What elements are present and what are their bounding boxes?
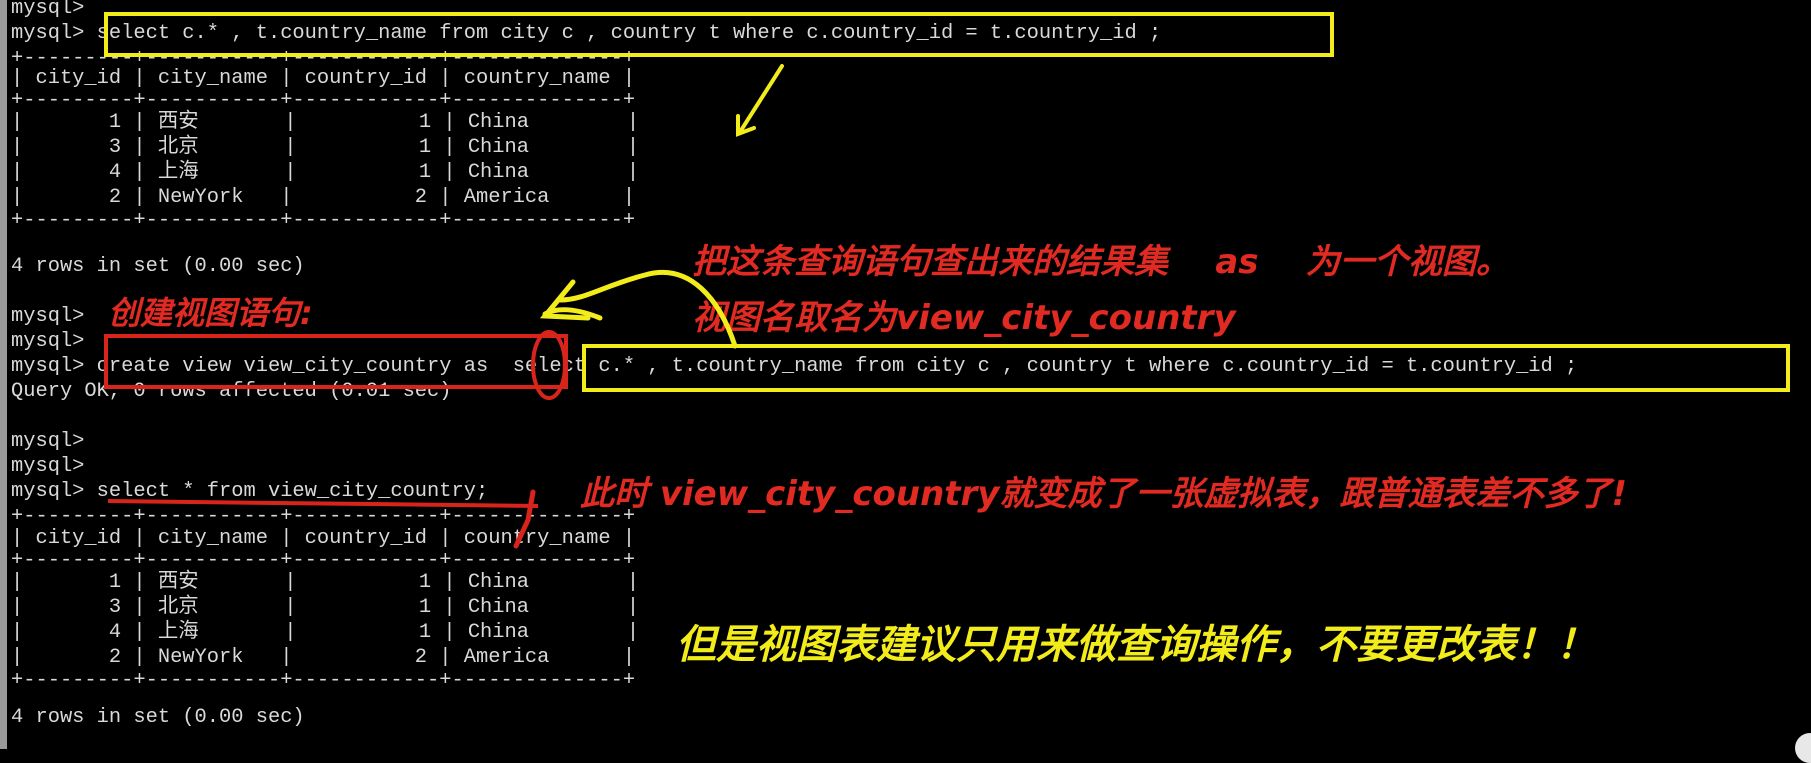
- create-view-note: 创建视图语句:: [108, 294, 313, 332]
- table-border: +---------+-----------+------------+----…: [11, 209, 636, 232]
- table-border: +---------+-----------+------------+----…: [11, 669, 636, 692]
- terminal-line: mysql> select * from view_city_country;: [11, 480, 489, 503]
- table-row: | 2 | NewYork | 2 | America |: [11, 186, 636, 209]
- create-view-highlight: [104, 334, 568, 389]
- table-row: | 1 | 西安 | 1 | China |: [11, 111, 640, 134]
- select-query-highlight: [104, 12, 1334, 57]
- terminal-line: mysql>: [11, 330, 85, 353]
- table-row: | 4 | 上海 | 1 | China |: [11, 161, 640, 184]
- terminal-line: 4 rows in set (0.00 sec): [11, 255, 305, 278]
- view-query-highlight: [582, 344, 1790, 392]
- table-row: | 1 | 西安 | 1 | China |: [11, 571, 640, 594]
- result-set-note: 把这条查询语句查出来的结果集 as 为一个视图。: [692, 242, 1510, 282]
- window-left-border: [0, 0, 7, 749]
- terminal-line: 4 rows in set (0.00 sec): [11, 706, 305, 729]
- terminal-line: mysql>: [11, 0, 85, 20]
- terminal-line: mysql>: [11, 305, 85, 328]
- advice-note: 但是视图表建议只用来做查询操作，不要更改表！！: [676, 622, 1596, 668]
- table-row: | 2 | NewYork | 2 | America |: [11, 646, 636, 669]
- terminal-line: mysql>: [11, 455, 85, 478]
- table-row: | 3 | 北京 | 1 | China |: [11, 136, 640, 159]
- view-name-note: 视图名取名为view_city_country: [692, 298, 1236, 338]
- virtual-table-note: 此时 view_city_country就变成了一张虚拟表，跟普通表差不多了!: [580, 474, 1627, 514]
- terminal-line: mysql>: [11, 430, 85, 453]
- table-row: | 4 | 上海 | 1 | China |: [11, 621, 640, 644]
- table-row: | 3 | 北京 | 1 | China |: [11, 596, 640, 619]
